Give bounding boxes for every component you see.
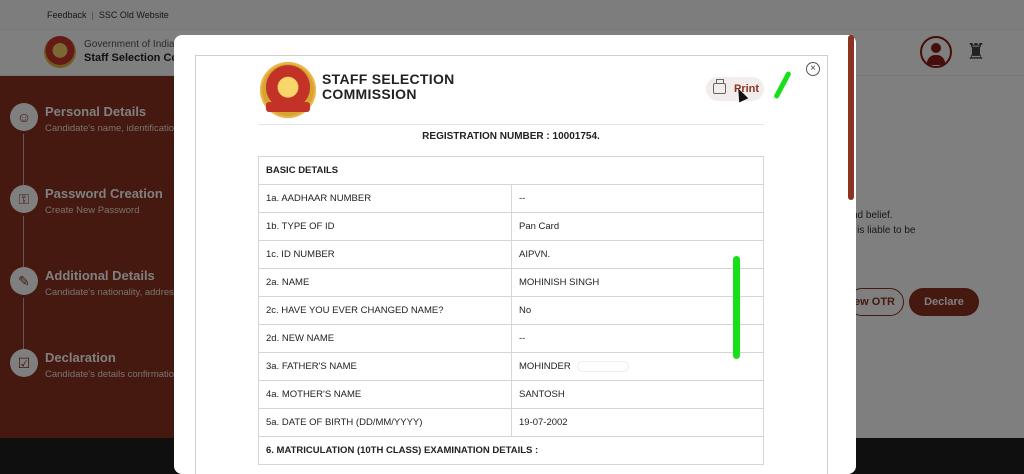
field-value: -- [519, 193, 526, 204]
basic-details-table: BASIC DETAILS 1a. AADHAAR NUMBER -- 1b. … [258, 156, 764, 465]
field-label: 1b. TYPE OF ID [259, 213, 512, 240]
field-label: 4a. MOTHER'S NAME [259, 381, 512, 408]
field-value: AIPVN. [512, 241, 763, 268]
field-label: 5a. DATE OF BIRTH (DD/MM/YYYY) [259, 409, 512, 436]
id-number-value: AIPVN. [519, 249, 551, 260]
field-value: Pan Card [519, 221, 560, 232]
table-row: 2c. HAVE YOU EVER CHANGED NAME? No [259, 297, 763, 325]
table-row: 1a. AADHAAR NUMBER -- [259, 185, 763, 213]
field-value: SANTOSH [519, 389, 565, 400]
document-org-line1: STAFF SELECTION [322, 71, 455, 87]
table-row: 2d. NEW NAME -- [259, 325, 763, 353]
field-label: 2a. NAME [259, 269, 512, 296]
registration-number: REGISTRATION NUMBER : 10001754. [422, 131, 600, 142]
table-row: 3a. FATHER'S NAME MOHINDER [259, 353, 763, 381]
close-icon[interactable]: × [806, 62, 820, 76]
field-value: -- [519, 333, 526, 344]
section-header: 6. MATRICULATION (10TH CLASS) EXAMINATIO… [259, 437, 763, 465]
table-row: 5a. DATE OF BIRTH (DD/MM/YYYY) 19-07-200… [259, 409, 763, 437]
header-divider [258, 124, 764, 125]
section-header: BASIC DETAILS [259, 157, 763, 185]
table-row: 2a. NAME MOHINISH SINGH [259, 269, 763, 297]
redaction-mark [576, 360, 629, 372]
field-value: 19-07-2002 [519, 417, 568, 428]
field-value: No [519, 305, 532, 316]
table-row: 1b. TYPE OF ID Pan Card [259, 213, 763, 241]
field-value: MOHINISH SINGH [519, 277, 600, 288]
field-value: MOHINDER [512, 353, 763, 380]
field-label: 2d. NEW NAME [259, 325, 512, 352]
field-label: 1c. ID NUMBER [259, 241, 512, 268]
table-row: 1c. ID NUMBER AIPVN. [259, 241, 763, 269]
table-row: 4a. MOTHER'S NAME SANTOSH [259, 381, 763, 409]
field-label: 1a. AADHAAR NUMBER [259, 185, 512, 212]
father-name-value: MOHINDER [519, 361, 571, 372]
document-org-line2: COMMISSION [322, 86, 417, 102]
modal-scrollbar[interactable] [848, 35, 854, 200]
annotation-stroke [733, 256, 740, 359]
printer-icon [713, 79, 726, 94]
field-label: 2c. HAVE YOU EVER CHANGED NAME? [259, 297, 512, 324]
field-label: 3a. FATHER'S NAME [259, 353, 512, 380]
ssc-emblem-icon [260, 62, 316, 118]
